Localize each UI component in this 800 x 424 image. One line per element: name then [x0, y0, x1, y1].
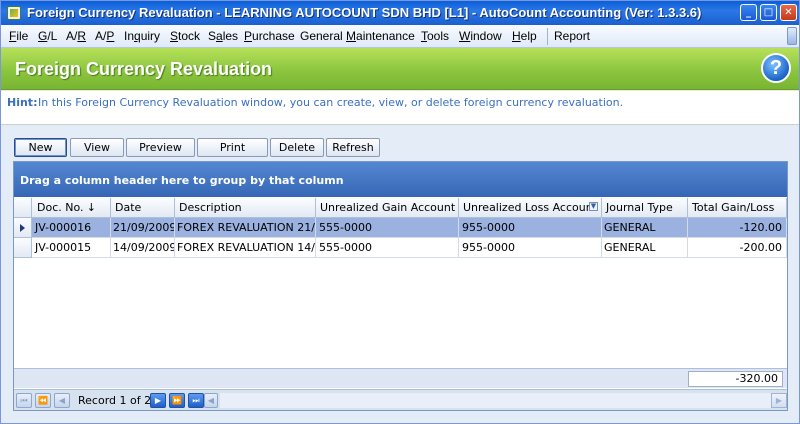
menu-general-maintenance[interactable]: General Maintenance [300, 29, 415, 43]
menu-tools[interactable]: Tools [421, 29, 449, 43]
col-header-date[interactable]: Date [111, 198, 175, 218]
table-row[interactable]: JV-000015 14/09/2009 FOREX REVALUATION 1… [14, 238, 787, 258]
col-header-doc-no[interactable]: Doc. No. ↓ [32, 198, 111, 218]
last-record-icon[interactable]: ⏭ [188, 393, 204, 408]
menu-stock[interactable]: Stock [170, 29, 200, 43]
prev-record-icon[interactable]: ◀ [54, 393, 70, 408]
col-header-doc-no-label: Doc. No. [37, 201, 84, 214]
next-page-icon[interactable]: ⏩ [169, 393, 185, 408]
col-header-description[interactable]: Description [175, 198, 316, 218]
cell-loss-account[interactable]: 955-0000 [459, 218, 602, 238]
delete-button[interactable]: Delete [270, 138, 324, 157]
next-record-icon[interactable]: ▶ [150, 393, 166, 408]
grid-footer: -320.00 [14, 368, 787, 388]
col-header-total-gain-loss[interactable]: Total Gain/Loss [688, 198, 787, 218]
new-button[interactable]: New [14, 138, 67, 157]
cell-date[interactable]: 21/09/2009 [111, 218, 175, 238]
menu-help[interactable]: Help [512, 29, 537, 43]
help-icon[interactable]: ? [761, 53, 791, 83]
app-icon [7, 6, 21, 20]
first-record-icon[interactable]: ⏮ [16, 393, 32, 408]
col-header-loss-account[interactable]: Unrealized Loss Account ▼ [459, 198, 602, 218]
hint-text: In this Foreign Currency Revaluation win… [38, 96, 624, 109]
menu-gl[interactable]: G/L [38, 29, 57, 43]
group-by-panel[interactable]: Drag a column header here to group by th… [14, 162, 787, 197]
cell-loss-account[interactable]: 955-0000 [459, 238, 602, 258]
view-button[interactable]: View [70, 138, 124, 157]
menu-file[interactable]: File [9, 29, 28, 43]
record-position: Record 1 of 2 [78, 394, 152, 407]
menu-report[interactable]: Report [554, 29, 590, 43]
menu-ar[interactable]: A/R [66, 29, 86, 43]
menu-inquiry[interactable]: Inquiry [124, 29, 160, 43]
cell-total-gain-loss[interactable]: -120.00 [688, 218, 787, 238]
col-header-journal-type[interactable]: Journal Type [602, 198, 688, 218]
revaluation-grid: Drag a column header here to group by th… [13, 161, 788, 411]
cell-date[interactable]: 14/09/2009 [111, 238, 175, 258]
menu-purchase[interactable]: Purchase [244, 29, 295, 43]
menu-bar: File G/L A/R A/P Inquiry Stock Sales Pur… [1, 25, 799, 48]
current-row-arrow-icon [20, 224, 25, 232]
cell-journal-type[interactable]: GENERAL [602, 218, 688, 238]
content-area: New View Preview Print Delete Refresh Dr… [1, 126, 799, 423]
column-filter-icon[interactable]: ▼ [589, 202, 598, 211]
total-gain-loss-summary: -320.00 [688, 371, 783, 387]
horizontal-scrollbar[interactable] [220, 393, 772, 408]
scroll-left-icon[interactable]: ◀ [204, 393, 218, 408]
cell-doc-no[interactable]: JV-000016 [32, 218, 111, 238]
menu-window[interactable]: Window [459, 29, 502, 43]
maximize-button[interactable]: □ [760, 4, 777, 21]
page-header: Foreign Currency Revaluation ? [1, 48, 799, 90]
cell-gain-account[interactable]: 555-0000 [316, 218, 459, 238]
row-indicator[interactable] [14, 218, 32, 238]
scroll-right-icon[interactable]: ▶ [771, 393, 787, 408]
cell-description[interactable]: FOREX REVALUATION 14/9 [175, 238, 316, 258]
menu-sales[interactable]: Sales [208, 29, 238, 43]
record-navigator: ⏮ ⏪ ◀ Record 1 of 2 ▶ ⏩ ⏭ ◀ ▶ [14, 389, 787, 410]
cell-doc-no[interactable]: JV-000015 [32, 238, 111, 258]
menu-separator [547, 28, 548, 45]
cell-total-gain-loss[interactable]: -200.00 [688, 238, 787, 258]
preview-button[interactable]: Preview [126, 138, 195, 157]
minimize-button[interactable]: _ [740, 4, 757, 21]
print-button[interactable]: Print [197, 138, 268, 157]
cell-description[interactable]: FOREX REVALUATION 21/9 [175, 218, 316, 238]
col-header-loss-account-label: Unrealized Loss Account [463, 201, 597, 214]
header-row-indicator [14, 198, 32, 218]
col-header-gain-account[interactable]: Unrealized Gain Account [316, 198, 459, 218]
cell-gain-account[interactable]: 555-0000 [316, 238, 459, 258]
hint-label: Hint: [7, 96, 38, 109]
close-button[interactable]: ✕ [780, 4, 797, 21]
page-title: Foreign Currency Revaluation [15, 59, 273, 79]
cell-journal-type[interactable]: GENERAL [602, 238, 688, 258]
menu-ap[interactable]: A/P [95, 29, 114, 43]
group-by-hint: Drag a column header here to group by th… [20, 174, 344, 187]
app-window: Foreign Currency Revaluation - LEARNING … [0, 0, 800, 424]
sort-descending-icon: ↓ [86, 201, 96, 214]
prev-page-icon[interactable]: ⏪ [35, 393, 51, 408]
title-bar[interactable]: Foreign Currency Revaluation - LEARNING … [1, 1, 799, 25]
table-row[interactable]: JV-000016 21/09/2009 FOREX REVALUATION 2… [14, 218, 787, 238]
refresh-button[interactable]: Refresh [326, 138, 380, 157]
menu-overflow-button[interactable] [787, 27, 797, 45]
hint-panel: Hint: In this Foreign Currency Revaluati… [1, 91, 799, 125]
row-indicator[interactable] [14, 238, 32, 258]
window-title: Foreign Currency Revaluation - LEARNING … [27, 5, 702, 20]
